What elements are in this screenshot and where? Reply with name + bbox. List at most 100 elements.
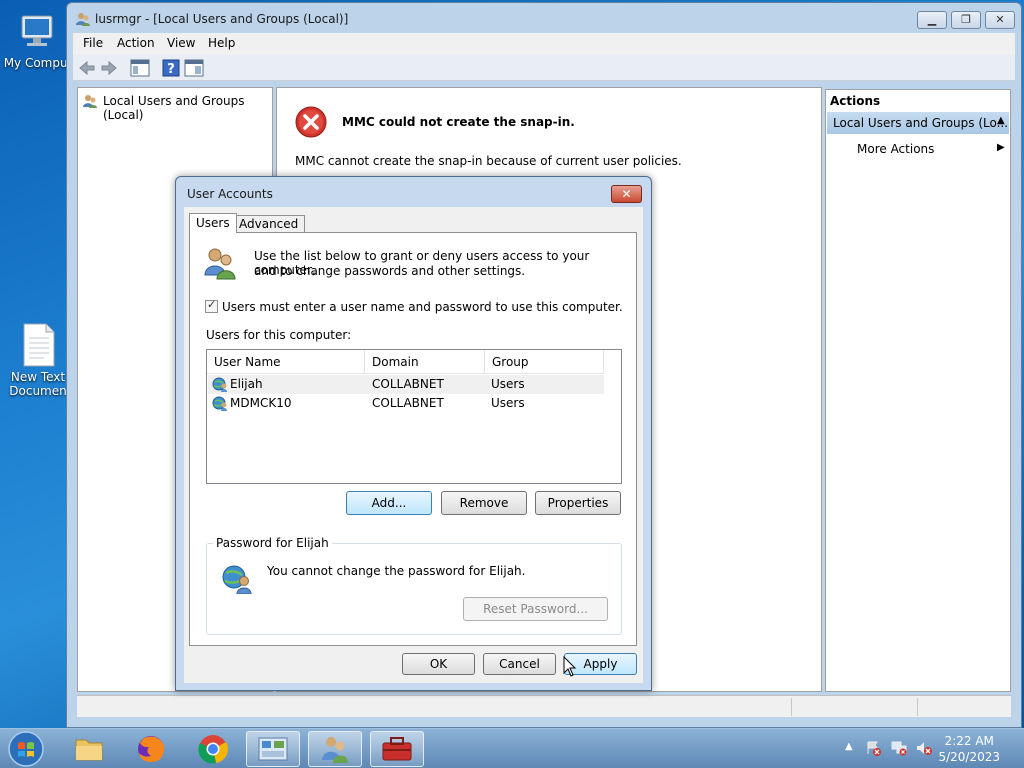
- intro-text-line2: and to change passwords and other settin…: [254, 264, 526, 278]
- group-cell: Users: [491, 377, 525, 391]
- user-name-cell: Elijah: [230, 377, 263, 391]
- status-divider: [791, 698, 792, 716]
- cancel-button[interactable]: Cancel: [483, 653, 556, 675]
- domain-cell: COLLABNET: [372, 377, 444, 391]
- password-message: You cannot change the password for Elija…: [267, 564, 526, 578]
- domain-cell: COLLABNET: [372, 396, 444, 410]
- submenu-arrow-icon: ▶: [997, 142, 1005, 153]
- minimize-icon: ▁: [927, 13, 937, 26]
- show-hide-action-pane-icon[interactable]: [183, 58, 205, 78]
- error-icon: [295, 106, 327, 138]
- desktop-icon-label: New Text Documen: [9, 370, 67, 398]
- forward-arrow-icon[interactable]: [99, 58, 119, 78]
- remove-user-button[interactable]: Remove: [441, 491, 527, 515]
- svg-text:?: ?: [167, 62, 175, 77]
- clock-time: 2:22 AM: [944, 734, 994, 748]
- taskbar-user-accounts[interactable]: [308, 731, 362, 767]
- computer-icon: [16, 10, 60, 54]
- user-globe-icon: [212, 376, 228, 392]
- help-icon[interactable]: ?: [161, 58, 181, 78]
- clock-date: 5/20/2023: [938, 750, 1000, 764]
- actions-section-label: Local Users and Groups (Lo...: [833, 116, 1009, 130]
- users-list-header: User Name Domain Group: [207, 350, 604, 374]
- mmc-app-icon: [75, 11, 91, 27]
- column-group[interactable]: Group: [485, 350, 604, 374]
- toolbox-icon: [382, 737, 412, 761]
- reset-password-button[interactable]: Reset Password...: [463, 597, 608, 621]
- ok-button[interactable]: OK: [402, 653, 475, 675]
- require-password-label[interactable]: Users must enter a user name and passwor…: [222, 300, 623, 314]
- desktop-icon-my-computer[interactable]: My Comput: [0, 10, 76, 70]
- show-hide-console-tree-icon[interactable]: [129, 58, 151, 78]
- start-button[interactable]: [6, 730, 46, 768]
- taskbar-computer-management[interactable]: [370, 731, 424, 767]
- minimize-button[interactable]: ▁: [917, 11, 947, 29]
- taskbar-firefox[interactable]: [124, 731, 178, 767]
- folder-icon: [75, 739, 103, 761]
- taskbar-chrome[interactable]: [186, 731, 240, 767]
- restore-button[interactable]: ❐: [951, 11, 981, 29]
- table-row[interactable]: MDMCK10 COLLABNET Users: [208, 394, 604, 413]
- text-document-icon: [18, 322, 58, 368]
- menu-bar: File Action View Help: [73, 33, 1015, 55]
- users-list[interactable]: User Name Domain Group Elijah COLLABNET …: [206, 349, 622, 484]
- error-message: MMC cannot create the snap-in because of…: [295, 154, 682, 168]
- action-center-icon[interactable]: [866, 740, 882, 756]
- user-globe-icon: [221, 562, 253, 595]
- tree-item-label: Local Users and Groups (Local): [103, 94, 245, 122]
- error-title: MMC could not create the snap-in.: [342, 115, 575, 129]
- user-globe-icon: [212, 395, 228, 411]
- require-password-checkbox[interactable]: ✓: [205, 298, 218, 313]
- desktop-icon-new-text-document[interactable]: New Text Documen: [0, 322, 76, 398]
- tab-users[interactable]: Users: [189, 213, 237, 233]
- menu-help[interactable]: Help: [208, 36, 235, 50]
- actions-header: Actions: [830, 94, 881, 108]
- chrome-icon: [198, 735, 228, 764]
- back-arrow-icon[interactable]: [77, 58, 97, 78]
- user-accounts-dialog: User Accounts ✕ Users Advanced Use the l…: [175, 176, 652, 691]
- volume-muted-icon[interactable]: [915, 740, 933, 756]
- password-group-label: Password for Elijah: [213, 536, 332, 550]
- close-icon: ✕: [621, 187, 632, 201]
- status-divider: [917, 698, 918, 716]
- network-icon[interactable]: [891, 740, 907, 756]
- desktop-icon-label: My Comput: [3, 56, 73, 70]
- user-name-cell: MDMCK10: [230, 396, 292, 410]
- taskbar-file-explorer[interactable]: [62, 731, 116, 767]
- table-row[interactable]: Elijah COLLABNET Users: [208, 375, 604, 394]
- toolbar: ?: [73, 55, 1015, 81]
- close-button[interactable]: ✕: [985, 11, 1015, 29]
- firefox-icon: [138, 736, 165, 762]
- window-title: lusrmgr - [Local Users and Groups (Local…: [95, 12, 349, 26]
- checkmark-icon: ✓: [207, 298, 217, 311]
- menu-view[interactable]: View: [167, 36, 195, 50]
- user-accounts-icon: [322, 737, 348, 763]
- window-titlebar[interactable]: lusrmgr - [Local Users and Groups (Local…: [67, 3, 1021, 33]
- menu-file[interactable]: File: [83, 36, 103, 50]
- taskbar-control-panel[interactable]: [246, 731, 300, 767]
- column-user-name[interactable]: User Name: [207, 350, 365, 374]
- user-accounts-icon: [202, 245, 238, 281]
- taskbar: ▲ 2:22 AM 5/20/2023: [0, 728, 1024, 768]
- more-actions-label: More Actions: [857, 142, 935, 156]
- tab-advanced[interactable]: Advanced: [232, 215, 306, 232]
- dialog-close-button[interactable]: ✕: [611, 185, 642, 203]
- close-icon: ✕: [995, 13, 1005, 26]
- users-list-label: Users for this computer:: [206, 328, 352, 342]
- tree-item-root[interactable]: Local Users and Groups (Local): [82, 92, 270, 122]
- group-cell: Users: [491, 396, 525, 410]
- dialog-title: User Accounts: [187, 187, 273, 201]
- show-hidden-icons-chevron-icon[interactable]: ▲: [845, 741, 853, 752]
- restore-icon: ❐: [961, 13, 971, 26]
- users-groups-icon: [82, 93, 98, 109]
- add-user-button[interactable]: Add...: [346, 491, 432, 515]
- actions-section-header[interactable]: Local Users and Groups (Lo... ▲: [827, 112, 1009, 134]
- menu-action[interactable]: Action: [117, 36, 155, 50]
- more-actions-item[interactable]: More Actions ▶: [827, 140, 1009, 160]
- password-groupbox: Password for Elijah You cannot change th…: [206, 536, 622, 635]
- properties-button[interactable]: Properties: [535, 491, 621, 515]
- taskbar-clock[interactable]: 2:22 AM 5/20/2023: [938, 733, 1000, 765]
- mouse-cursor-icon: [563, 655, 577, 678]
- control-panel-icon: [258, 737, 288, 761]
- column-domain[interactable]: Domain: [365, 350, 485, 374]
